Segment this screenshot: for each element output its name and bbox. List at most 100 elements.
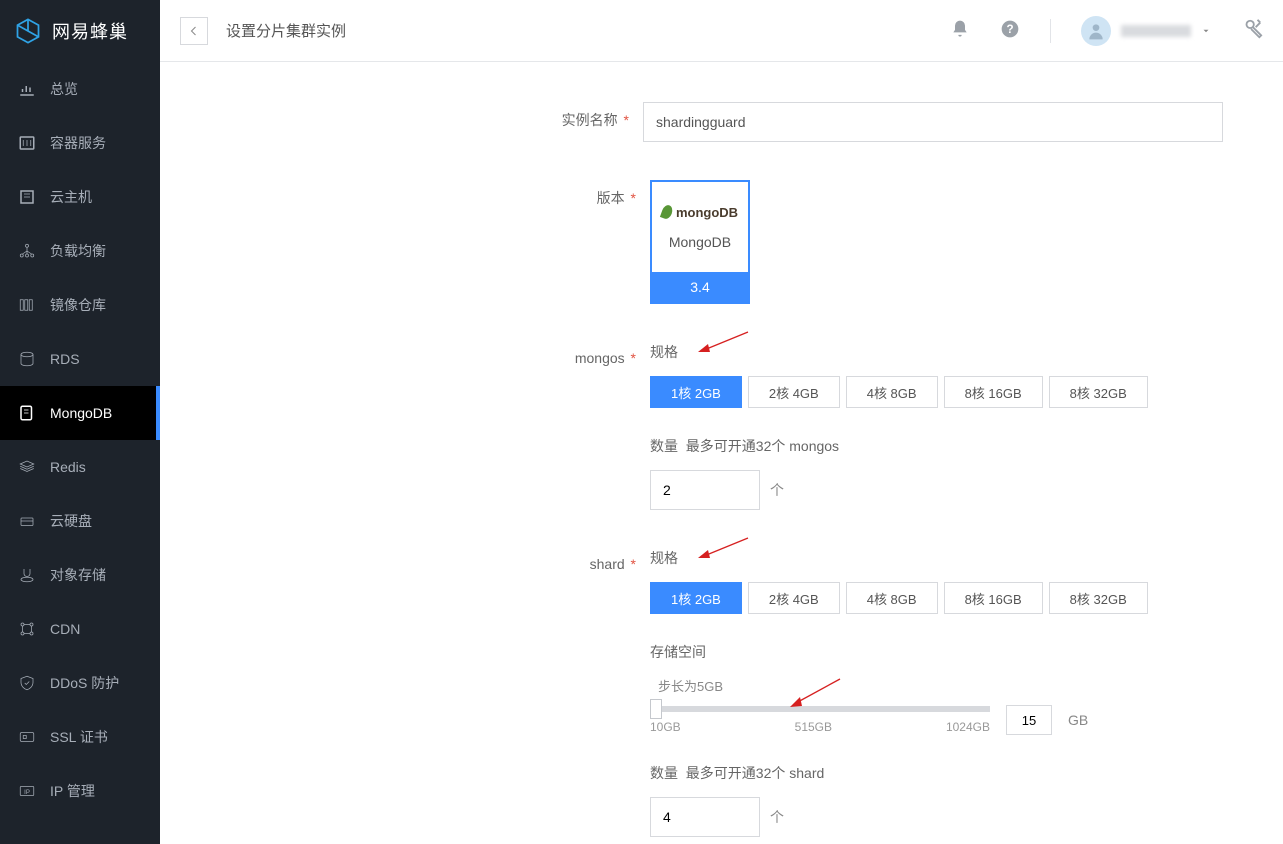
spec-option[interactable]: 8核 16GB <box>944 582 1043 614</box>
shard-qty-unit: 个 <box>770 807 784 827</box>
row-mongos: mongos * 规格 1核 2GB2核 4GB4核 8GB8核 16GB8核 … <box>520 342 1223 510</box>
spec-option[interactable]: 1核 2GB <box>650 376 742 408</box>
cdn-icon <box>18 620 36 638</box>
instance-name-input[interactable] <box>643 102 1223 142</box>
form: 实例名称 * 版本 * mongoDB MongoDB 3.4 <box>320 62 1283 844</box>
sidebar-item-mongo[interactable]: MongoDB <box>0 386 160 440</box>
version-name: MongoDB <box>669 234 731 250</box>
storage-label: 存储空间 <box>650 642 1223 662</box>
brand-logo[interactable]: 网易蜂巢 <box>0 0 160 62</box>
sidebar-item-disk[interactable]: 云硬盘 <box>0 494 160 548</box>
mongos-label: mongos <box>575 350 625 366</box>
shard-qty-input[interactable] <box>650 797 760 837</box>
chevron-left-icon <box>188 25 200 37</box>
ssl-icon <box>18 728 36 746</box>
bell-icon[interactable] <box>950 19 970 42</box>
spec-option[interactable]: 4核 8GB <box>846 376 938 408</box>
sidebar-item-object[interactable]: 对象存储 <box>0 548 160 602</box>
sidebar-item-label: 负载均衡 <box>50 241 106 261</box>
spec-option[interactable]: 8核 32GB <box>1049 582 1148 614</box>
sidebar-item-label: RDS <box>50 351 80 367</box>
instance-name-label: 实例名称 <box>562 112 618 128</box>
spec-option[interactable]: 4核 8GB <box>846 582 938 614</box>
storage-mid: 515GB <box>795 720 832 734</box>
disk-icon <box>18 512 36 530</box>
brand-text: 网易蜂巢 <box>52 18 128 44</box>
container-icon <box>18 134 36 152</box>
row-instance-name: 实例名称 * <box>520 102 1223 142</box>
shard-qty-hint: 最多可开通32个 shard <box>686 765 824 781</box>
mongodb-logo: mongoDB <box>662 205 738 220</box>
redis-icon <box>18 458 36 476</box>
slider-handle[interactable] <box>650 699 662 719</box>
row-version: 版本 * mongoDB MongoDB 3.4 <box>520 180 1223 304</box>
sidebar-item-image[interactable]: 镜像仓库 <box>0 278 160 332</box>
back-button[interactable] <box>180 17 208 45</box>
sidebar-item-label: 总览 <box>50 79 78 99</box>
mongos-qty-unit: 个 <box>770 480 784 500</box>
sidebar-item-container[interactable]: 容器服务 <box>0 116 160 170</box>
topbar: 设置分片集群实例 ? <box>160 0 1283 62</box>
host-icon <box>18 188 36 206</box>
sidebar-item-label: SSL 证书 <box>50 727 108 747</box>
image-icon <box>18 296 36 314</box>
user-menu[interactable] <box>1081 16 1211 46</box>
version-card[interactable]: mongoDB MongoDB 3.4 <box>650 180 750 304</box>
sidebar-item-label: 云主机 <box>50 187 92 207</box>
divider <box>1050 19 1051 43</box>
shard-qty-label: 数量 <box>650 765 678 781</box>
spec-option[interactable]: 1核 2GB <box>650 582 742 614</box>
row-shard: shard * 规格 1核 2GB2核 4GB4核 8GB8核 16GB8核 3… <box>520 548 1223 837</box>
sidebar-item-chart[interactable]: 总览 <box>0 62 160 116</box>
sidebar: 网易蜂巢 总览容器服务云主机负载均衡镜像仓库 RDS MongoDB Redis 云硬盘… <box>0 0 160 844</box>
svg-text:IP: IP <box>24 790 30 796</box>
sidebar-item-host[interactable]: 云主机 <box>0 170 160 224</box>
lb-icon <box>18 242 36 260</box>
sidebar-item-lb[interactable]: 负载均衡 <box>0 224 160 278</box>
sidebar-item-shield[interactable]: DDoS 防护 <box>0 656 160 710</box>
page-title: 设置分片集群实例 <box>226 20 346 41</box>
spec-option[interactable]: 2核 4GB <box>748 582 840 614</box>
storage-input[interactable] <box>1006 705 1052 735</box>
ip-icon: IP <box>18 782 36 800</box>
sidebar-item-label: Redis <box>50 459 86 475</box>
svg-text:?: ? <box>1006 23 1013 36</box>
sidebar-item-label: 容器服务 <box>50 133 106 153</box>
spec-option[interactable]: 8核 32GB <box>1049 376 1148 408</box>
shard-spec-group: 1核 2GB2核 4GB4核 8GB8核 16GB8核 32GB <box>650 582 1223 614</box>
sidebar-item-label: CDN <box>50 621 80 637</box>
chart-icon <box>18 80 36 98</box>
sidebar-item-label: 云硬盘 <box>50 511 92 531</box>
storage-max: 1024GB <box>946 720 990 734</box>
nav: 总览容器服务云主机负载均衡镜像仓库 RDS MongoDB Redis 云硬盘对象存储 C… <box>0 62 160 844</box>
shard-spec-label: 规格 <box>650 548 1223 568</box>
version-badge: 3.4 <box>652 272 748 302</box>
sidebar-item-label: 镜像仓库 <box>50 295 106 315</box>
storage-min: 10GB <box>650 720 681 734</box>
sidebar-item-redis[interactable]: Redis <box>0 440 160 494</box>
tools-icon[interactable] <box>1241 18 1263 43</box>
mongos-qty-hint: 最多可开通32个 mongos <box>686 438 839 454</box>
storage-slider[interactable] <box>650 706 990 712</box>
mongo-icon <box>18 404 36 422</box>
help-icon[interactable]: ? <box>1000 19 1020 42</box>
sidebar-item-label: DDoS 防护 <box>50 673 119 693</box>
storage-step-hint: 步长为5GB <box>658 676 1223 695</box>
sidebar-item-ssl[interactable]: SSL 证书 <box>0 710 160 764</box>
sidebar-item-rds[interactable]: RDS <box>0 332 160 386</box>
shard-label: shard <box>590 556 625 572</box>
shield-icon <box>18 674 36 692</box>
sidebar-item-ip[interactable]: IP IP 管理 <box>0 764 160 818</box>
sidebar-item-label: MongoDB <box>50 405 112 421</box>
caret-down-icon <box>1201 26 1211 36</box>
object-icon <box>18 566 36 584</box>
sidebar-item-label: IP 管理 <box>50 781 95 801</box>
avatar <box>1081 16 1111 46</box>
sidebar-item-cdn[interactable]: CDN <box>0 602 160 656</box>
mongos-spec-group: 1核 2GB2核 4GB4核 8GB8核 16GB8核 32GB <box>650 376 1223 408</box>
mongos-qty-input[interactable] <box>650 470 760 510</box>
mongos-spec-label: 规格 <box>650 342 1223 362</box>
hexagon-icon <box>14 17 42 45</box>
spec-option[interactable]: 8核 16GB <box>944 376 1043 408</box>
spec-option[interactable]: 2核 4GB <box>748 376 840 408</box>
